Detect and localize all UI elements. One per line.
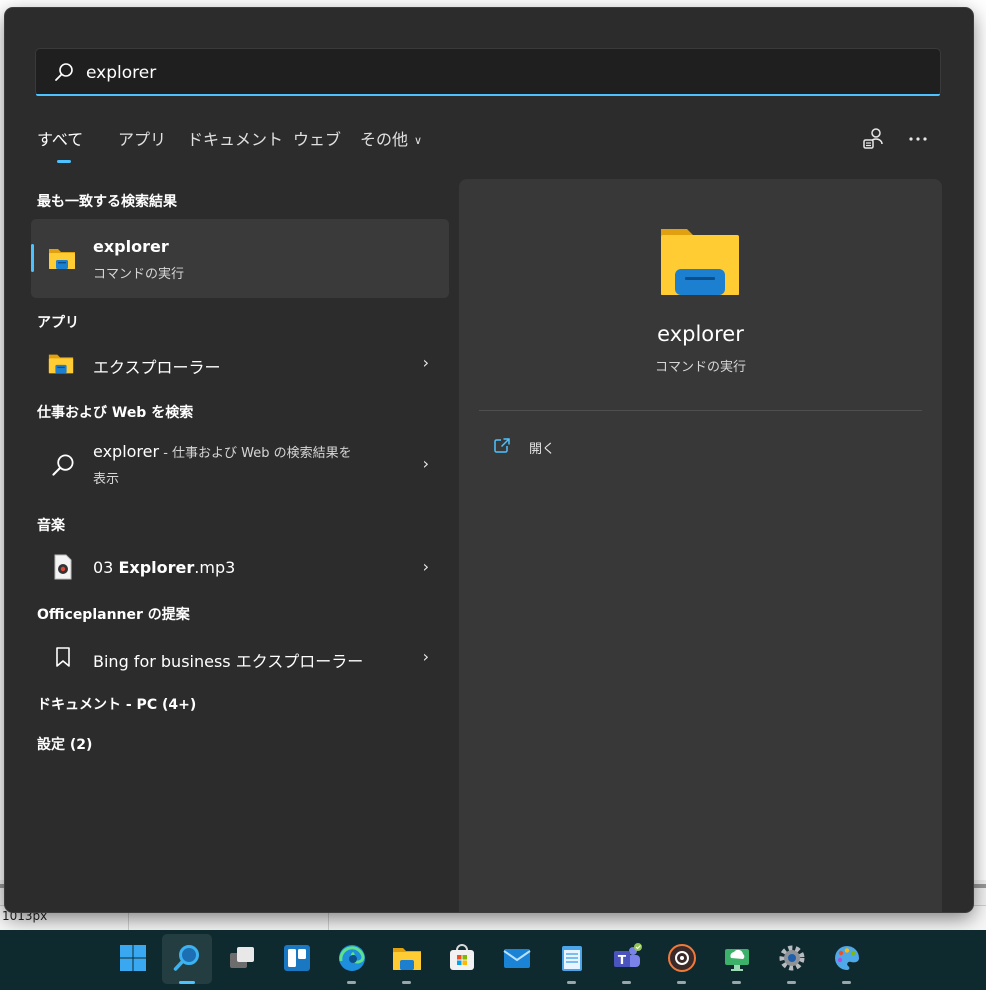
folder-icon	[48, 354, 74, 374]
search-icon	[52, 454, 74, 476]
taskbar-widgets[interactable]	[272, 934, 322, 984]
taskbar-running-indicator	[402, 981, 411, 984]
preview-pane: explorer コマンドの実行 開く	[459, 179, 942, 912]
account-switch-icon[interactable]	[861, 126, 887, 152]
taskbar-search[interactable]	[162, 934, 212, 984]
tab-more[interactable]: その他 ∨	[360, 126, 422, 150]
taskbar-active-indicator	[179, 981, 195, 984]
tab-all[interactable]: すべて	[37, 126, 83, 150]
search-panel: すべて アプリ ドキュメント ウェブ その他 ∨ 最も一致する検索結果 explo…	[5, 8, 973, 912]
app-result-title: エクスプローラー	[93, 358, 221, 377]
officeplanner-result[interactable]: Bing for business エクスプローラー ›	[31, 638, 449, 678]
folder-icon	[661, 229, 739, 295]
music-result[interactable]: 03 Explorer.mp3 ›	[31, 548, 449, 588]
section-apps: アプリ	[37, 315, 79, 331]
music-result-prefix: 03	[93, 558, 119, 577]
taskbar-running-indicator	[787, 981, 796, 984]
taskbar-running-indicator	[622, 981, 631, 984]
taskbar-running-indicator	[347, 981, 356, 984]
taskbar-running-indicator	[842, 981, 851, 984]
taskbar-store[interactable]	[437, 934, 487, 984]
teams-icon: T	[614, 943, 642, 967]
svg-text:T: T	[618, 953, 627, 967]
taskbar-remote-desktop[interactable]	[712, 934, 762, 984]
web-result[interactable]: explorer - 仕事および Web の検索結果を 表示 ›	[31, 438, 449, 494]
search-input[interactable]	[84, 59, 908, 87]
music-file-icon	[54, 554, 72, 580]
media-player-icon	[668, 944, 696, 972]
best-match-result[interactable]: explorer コマンドの実行	[31, 219, 449, 298]
preview-title: explorer	[657, 322, 744, 346]
notepad-icon	[562, 946, 582, 971]
preview-subtitle: コマンドの実行	[654, 360, 746, 375]
chevron-right-icon: ›	[422, 647, 429, 666]
section-documents[interactable]: ドキュメント - PC (4+)	[37, 694, 196, 714]
best-match-title: explorer	[93, 237, 169, 256]
web-result-text: explorer - 仕事および Web の検索結果を	[93, 442, 352, 461]
search-icon	[173, 945, 199, 971]
chevron-right-icon: ›	[422, 353, 429, 372]
settings-icon	[779, 945, 805, 971]
taskbar-running-indicator	[677, 981, 686, 984]
search-box[interactable]	[35, 48, 941, 96]
web-result-suffix: - 仕事および Web の検索結果を	[159, 446, 352, 461]
taskbar-notepad[interactable]	[547, 934, 597, 984]
search-focus-underline	[36, 94, 940, 96]
mail-icon	[503, 949, 531, 968]
web-result-title: explorer	[93, 442, 160, 461]
active-tab-indicator	[57, 160, 71, 163]
tab-apps[interactable]: アプリ	[118, 126, 166, 150]
officeplanner-result-title: Bing for business エクスプローラー	[93, 652, 364, 671]
task-view-icon	[230, 947, 254, 968]
taskbar-file-explorer[interactable]	[382, 934, 432, 984]
section-settings[interactable]: 設定 (2)	[37, 734, 92, 754]
widgets-icon	[284, 945, 310, 971]
microsoft-store-icon	[450, 944, 474, 970]
tab-documents[interactable]: ドキュメント	[187, 126, 283, 150]
taskbar: T	[0, 930, 986, 990]
chevron-right-icon: ›	[422, 454, 429, 473]
section-officeplanner: Officeplanner の提案	[37, 607, 190, 623]
taskbar-settings[interactable]	[767, 934, 817, 984]
chevron-right-icon: ›	[422, 557, 429, 576]
search-icon	[55, 63, 73, 81]
section-best-match: 最も一致する検索結果	[37, 194, 177, 210]
tab-web[interactable]: ウェブ	[293, 126, 341, 150]
file-explorer-icon	[393, 948, 421, 970]
preview-divider	[479, 410, 922, 411]
taskbar-start[interactable]	[108, 934, 158, 984]
taskbar-teams[interactable]: T	[602, 934, 652, 984]
music-result-title: 03 Explorer.mp3	[93, 558, 235, 577]
selection-indicator	[31, 244, 34, 272]
chevron-down-icon: ∨	[414, 134, 423, 147]
music-result-ext: .mp3	[194, 558, 236, 577]
best-match-subtitle: コマンドの実行	[93, 267, 185, 282]
web-result-line2: 表示	[93, 472, 120, 487]
section-web: 仕事および Web を検索	[37, 405, 194, 421]
tab-more-label: その他	[360, 130, 409, 149]
paint-icon	[835, 946, 859, 970]
folder-icon	[49, 249, 75, 269]
taskbar-media-player[interactable]	[657, 934, 707, 984]
taskbar-edge[interactable]	[327, 934, 377, 984]
taskbar-task-view[interactable]	[217, 934, 267, 984]
bookmark-icon	[56, 647, 70, 667]
section-music: 音楽	[37, 518, 65, 534]
app-result-file-explorer[interactable]: エクスプローラー ›	[31, 344, 449, 384]
windows-start-icon	[120, 945, 146, 971]
taskbar-running-indicator	[732, 981, 741, 984]
open-action-label: 開く	[529, 442, 556, 457]
remote-desktop-icon	[725, 949, 749, 971]
more-options-icon[interactable]	[905, 126, 931, 152]
taskbar-running-indicator	[567, 981, 576, 984]
music-result-match: Explorer	[118, 558, 195, 577]
open-external-icon	[494, 438, 510, 453]
edge-icon	[339, 945, 365, 971]
taskbar-mail[interactable]	[492, 934, 542, 984]
taskbar-paint[interactable]	[822, 934, 872, 984]
